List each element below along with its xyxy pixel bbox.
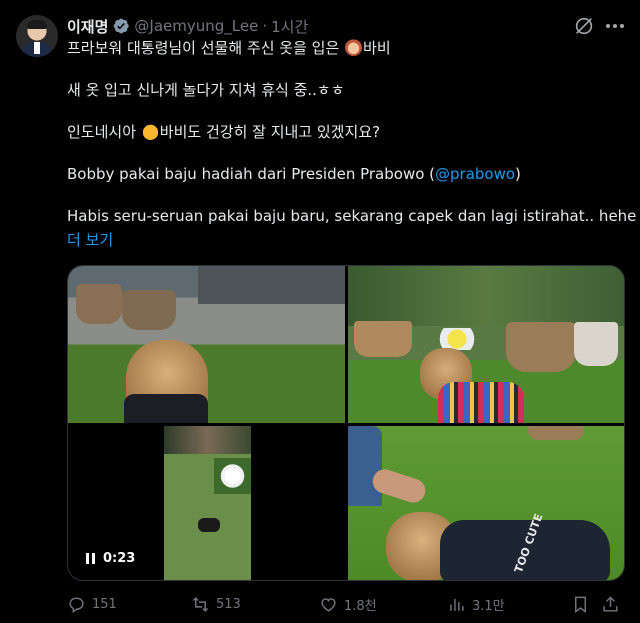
show-more-link[interactable]: 더 보기 (67, 228, 627, 252)
pause-icon[interactable] (86, 553, 95, 564)
cat-face-emoji-icon (141, 123, 159, 140)
reply-button[interactable]: 151 (67, 592, 117, 616)
like-button[interactable]: 1.8천 (319, 592, 377, 616)
media-grid: 0:23 TOO CUTE (67, 265, 625, 581)
text-line-4: Bobby pakai baju hadiah dari Presiden Pr… (67, 162, 627, 186)
repost-count: 513 (216, 596, 241, 612)
reply-icon (69, 596, 84, 613)
author-name[interactable]: 이재명 (67, 16, 108, 37)
video-player[interactable]: 0:23 (68, 426, 345, 580)
photo-dog-in-colorful-shirt[interactable] (348, 266, 624, 423)
timestamp[interactable]: 1시간 (271, 16, 308, 37)
video-frame (164, 426, 251, 580)
video-controls[interactable]: 0:23 (86, 551, 135, 566)
like-count: 1.8천 (344, 598, 377, 614)
text-segment: 바비 (363, 39, 391, 57)
bookmark-icon (575, 596, 586, 613)
photo-hand-petting-dog[interactable]: TOO CUTE (348, 426, 624, 580)
views-count: 3.1만 (472, 598, 505, 614)
views-icon (450, 598, 464, 611)
text-line-1: 프라보워 대통령님이 선물해 주신 옷을 입은 바비 (67, 36, 627, 60)
bookmark-button[interactable] (571, 592, 590, 616)
separator-dot: · (262, 17, 268, 35)
text-segment: Bobby pakai baju hadiah dari Presiden Pr… (67, 165, 436, 183)
tweet-text: 프라보워 대통령님이 선물해 주신 옷을 입은 바비 새 옷 입고 신나게 놀다… (67, 36, 637, 252)
views-button[interactable]: 3.1만 (447, 592, 505, 616)
text-segment: 바비도 건강히 잘 지내고 있겠지요? (159, 123, 381, 141)
verified-badge-icon (112, 17, 130, 35)
dog-face-emoji-icon (345, 39, 363, 56)
repost-icon (192, 596, 209, 612)
text-line-2: 새 옷 입고 신나게 놀다가 지쳐 휴식 중..ㅎㅎ (67, 81, 345, 99)
avatar[interactable] (16, 15, 58, 57)
text-line-5: Habis seru-seruan pakai baju baru, sekar… (67, 207, 637, 225)
tweet: 이재명 @Jaemyung_Lee · 1시간 프라보워 대통령님이 선물해 주… (0, 0, 640, 623)
mention-link[interactable]: @prabowo (435, 165, 515, 183)
reply-count: 151 (92, 596, 117, 612)
author-handle[interactable]: @Jaemyung_Lee (134, 17, 258, 35)
grok-icon[interactable] (573, 15, 595, 37)
text-segment: ) (515, 165, 521, 183)
video-duration: 0:23 (103, 551, 136, 566)
text-segment: 프라보워 대통령님이 선물해 주신 옷을 입은 (67, 39, 340, 57)
like-icon (321, 597, 336, 612)
share-icon (603, 595, 618, 612)
photo-dog-on-lawn[interactable] (68, 266, 345, 423)
text-line-3: 인도네시아 바비도 건강히 잘 지내고 있겠지요? (67, 120, 627, 144)
share-button[interactable] (601, 592, 620, 616)
repost-button[interactable]: 513 (191, 592, 241, 616)
tweet-header: 이재명 @Jaemyung_Lee · 1시간 (67, 14, 308, 38)
action-bar: 151 513 1.8천 3.1만 (67, 592, 627, 616)
more-icon[interactable] (604, 15, 626, 37)
text-segment: 인도네시아 (67, 123, 137, 141)
